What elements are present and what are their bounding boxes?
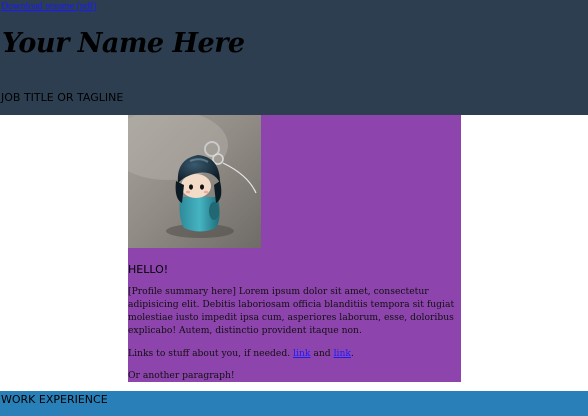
work-experience-section: WORK EXPERIENCE [0,391,588,416]
greeting-heading: HELLO! [128,263,169,276]
site-header: Download resume (pdf) Your Name Here JOB… [0,0,588,115]
links-suffix-text: . [350,348,354,359]
page-title: Your Name Here [2,28,245,59]
links-paragraph: Links to stuff about you, if needed. lin… [128,347,354,360]
profile-photo [128,115,261,248]
profile-summary: [Profile summary here] Lorem ipsum dolor… [128,286,455,336]
profile-section: HELLO! [Profile summary here] Lorem ipsu… [128,115,461,382]
profile-link-1[interactable]: link [293,348,310,359]
links-prefix-text: Links to stuff about you, if needed. [128,348,291,359]
download-resume-link[interactable]: Download resume (pdf) [1,1,97,12]
another-paragraph: Or another paragraph! [128,370,235,381]
job-tagline: JOB TITLE OR TAGLINE [1,91,124,104]
profile-link-2[interactable]: link [334,348,351,359]
work-experience-heading: WORK EXPERIENCE [1,393,108,406]
links-and-text: and [313,348,331,359]
